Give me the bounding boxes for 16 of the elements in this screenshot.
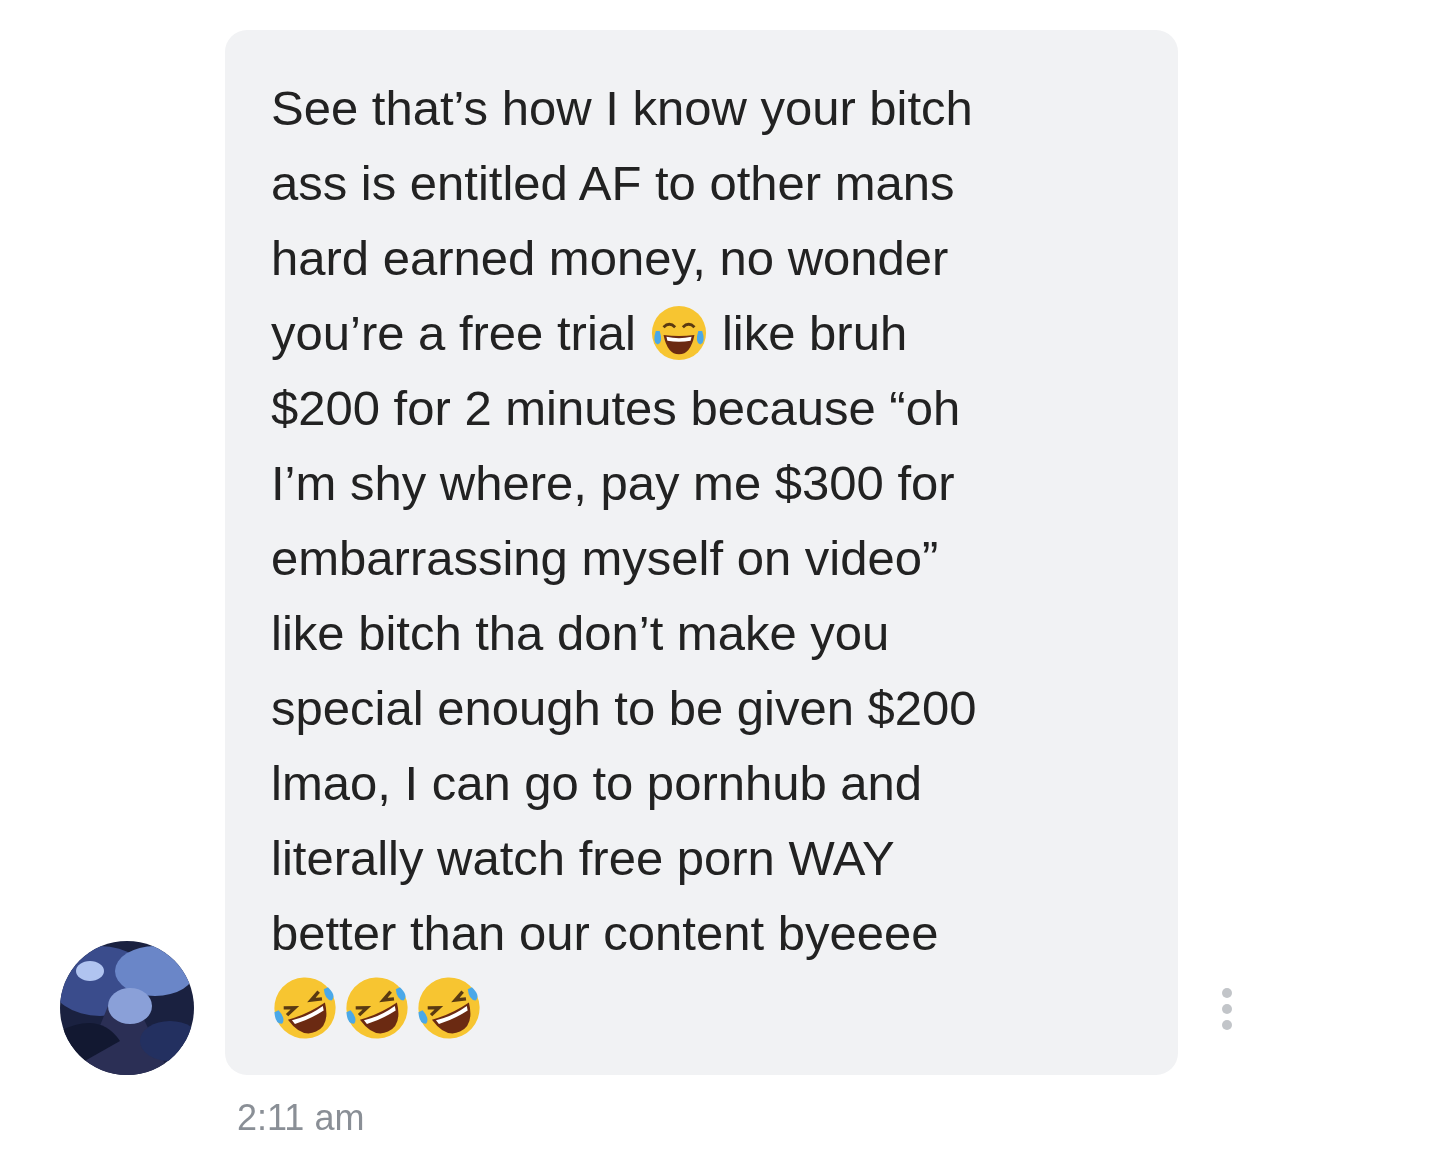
- message-text: embarrassing myself on video”: [271, 529, 939, 586]
- message-time: 2:11 am: [237, 1097, 366, 1139]
- message-text: like bruh: [721, 304, 908, 361]
- message-text: special enough to be given $200: [271, 679, 977, 736]
- laughing-emoji-icon: [649, 303, 708, 362]
- message-text: ass is entitled AF to other mans: [271, 154, 955, 211]
- more-options-icon[interactable]: [1220, 987, 1234, 1031]
- message-text: I’m shy where, pay me $300 for: [271, 454, 955, 511]
- message-text: hard earned money, no wonder: [271, 229, 949, 286]
- message-text: like bitch tha don’t make you: [271, 604, 890, 661]
- message-text: See that’s how I know your bitch: [271, 79, 973, 136]
- message-text: literally watch free porn WAY: [271, 829, 895, 886]
- message-text: you’re a free trial: [271, 304, 636, 361]
- message-text: $200 for 2 minutes because “oh: [271, 379, 961, 436]
- message-text: lmao, I can go to pornhub and: [271, 754, 923, 811]
- message-text: better than our content byeeee: [271, 904, 939, 961]
